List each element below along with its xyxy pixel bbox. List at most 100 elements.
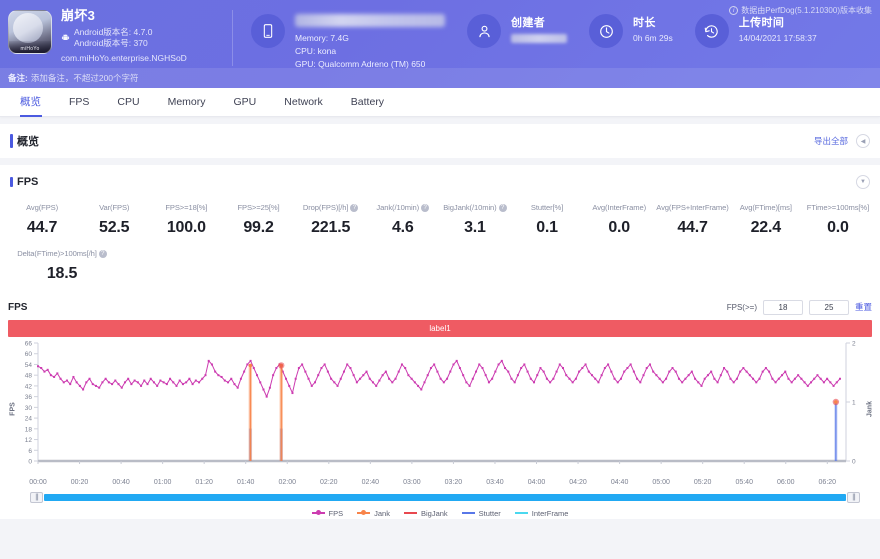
help-icon[interactable]: ? — [350, 204, 358, 212]
fps-point — [98, 387, 100, 389]
fps-point — [510, 378, 512, 380]
fps-threshold-low-input[interactable]: 18 — [763, 300, 803, 315]
legend-item[interactable]: FPS — [312, 509, 344, 518]
chart-range-handle-right[interactable]: ||| — [847, 492, 860, 503]
legend-item[interactable]: InterFrame — [515, 509, 569, 518]
help-icon[interactable]: ? — [499, 204, 507, 212]
fps-point — [391, 381, 393, 383]
fps-chart-svg[interactable]: 0612182430364248546066012 — [8, 339, 872, 474]
metric-value: 0.0 — [803, 219, 873, 237]
fps-panel: FPS ▼ Avg(FPS)44.7Var(FPS)52.5FPS>=18[%]… — [0, 165, 880, 519]
tab-fps[interactable]: FPS — [55, 88, 103, 117]
fps-point — [694, 378, 696, 380]
app-header: miHoYo 崩坏3 Android版本名: 4.7.0 Android版本号:… — [0, 0, 880, 88]
creator-value-redacted — [511, 34, 567, 43]
fps-threshold-high-input[interactable]: 25 — [809, 300, 849, 315]
fps-point — [781, 374, 783, 376]
remark-bar[interactable]: 备注: 添加备注，不超过200个字符 — [0, 68, 880, 88]
fps-point — [320, 367, 322, 369]
fps-point — [366, 371, 368, 373]
metric-label: Avg(InterFrame) — [584, 203, 654, 212]
fps-point — [678, 378, 680, 380]
fps-point — [208, 360, 210, 362]
fps-point — [401, 363, 403, 365]
app-identity-block: miHoYo 崩坏3 Android版本名: 4.7.0 Android版本号:… — [0, 0, 232, 63]
legend-item[interactable]: Stutter — [462, 509, 501, 518]
fps-point — [424, 381, 426, 383]
fps-point — [765, 367, 767, 369]
perfdog-version-text: 数据由PerfDog(5.1.210300)版本收集 — [741, 5, 872, 16]
svg-text:24: 24 — [25, 416, 33, 423]
fps-title: FPS — [10, 176, 38, 188]
chart-range-handle-left[interactable]: ||| — [30, 492, 43, 503]
remark-input[interactable]: 添加备注，不超过200个字符 — [31, 72, 139, 84]
chart-range-track[interactable] — [44, 494, 846, 501]
fps-point — [69, 383, 71, 385]
fps-point — [385, 371, 387, 373]
collapse-left-icon[interactable]: ◀ — [856, 134, 870, 148]
svg-text:42: 42 — [25, 383, 33, 390]
fps-point — [56, 372, 58, 374]
fps-point — [742, 367, 744, 369]
fps-metrics-row-1: Avg(FPS)44.7Var(FPS)52.5FPS>=18[%]100.0F… — [0, 199, 880, 243]
fps-point — [417, 385, 419, 387]
legend-item[interactable]: Jank — [357, 509, 390, 518]
export-all-link[interactable]: 导出全部 — [814, 135, 848, 147]
x-tick: 00:40 — [112, 479, 130, 486]
package-name: com.miHoYo.enterprise.NGHSoD — [61, 53, 187, 64]
fps-point — [739, 371, 741, 373]
fps-point — [578, 371, 580, 373]
metric-3: FPS>=25[%]99.2 — [222, 201, 294, 239]
fps-plot-area[interactable]: FPS Jank 0612182430364248546066012 — [8, 339, 872, 479]
tab-overview[interactable]: 概览 — [6, 88, 55, 117]
fps-point — [520, 367, 522, 369]
fps-point — [60, 378, 62, 380]
tab-gpu[interactable]: GPU — [220, 88, 271, 117]
fps-point — [217, 374, 219, 376]
help-icon[interactable]: ? — [99, 250, 107, 258]
fps-point — [607, 363, 609, 365]
reset-button[interactable]: 重置 — [855, 301, 872, 313]
legend-swatch — [357, 512, 370, 514]
tab-battery[interactable]: Battery — [337, 88, 398, 117]
tab-network[interactable]: Network — [270, 88, 337, 117]
fps-point — [182, 383, 184, 385]
fps-point — [291, 392, 293, 394]
metric-5: Jank(/10min)?4.6 — [367, 201, 439, 239]
fps-point — [188, 378, 190, 380]
fps-point — [317, 374, 319, 376]
legend-swatch — [462, 512, 475, 514]
metric-value: 0.0 — [584, 219, 654, 237]
fps-point — [340, 378, 342, 380]
tab-cpu[interactable]: CPU — [103, 88, 153, 117]
creator-block: 创建者 — [467, 0, 567, 48]
svg-text:30: 30 — [25, 405, 33, 412]
fps-point — [288, 385, 290, 387]
chart-legend: FPS Jank BigJank Stutter InterFrame — [8, 503, 872, 519]
fps-point — [369, 378, 371, 380]
user-icon — [467, 14, 501, 48]
fps-point — [787, 378, 789, 380]
fps-point — [572, 381, 574, 383]
fps-point — [681, 381, 683, 383]
fps-point — [775, 381, 777, 383]
legend-item[interactable]: BigJank — [404, 509, 448, 518]
fps-point — [591, 374, 593, 376]
fps-point — [108, 381, 110, 383]
fps-point — [346, 363, 348, 365]
metric-label: Avg(FPS) — [7, 203, 77, 212]
fps-point — [101, 381, 103, 383]
chart-range-scrollbar[interactable]: ||| ||| — [30, 492, 860, 503]
fps-point — [85, 381, 87, 383]
fps-point — [433, 363, 435, 365]
x-axis-ticks: 00:0000:2000:4001:0001:2001:4002:0002:20… — [38, 479, 846, 491]
fps-point — [752, 378, 754, 380]
chart-label-bar[interactable]: label1 — [8, 320, 872, 337]
fps-point — [185, 381, 187, 383]
metric-value: 3.1 — [440, 219, 510, 237]
x-tick: 04:40 — [611, 479, 629, 486]
app-title: 崩坏3 — [61, 8, 187, 24]
tab-memory[interactable]: Memory — [154, 88, 220, 117]
help-icon[interactable]: ? — [421, 204, 429, 212]
chevron-down-icon[interactable]: ▼ — [856, 175, 870, 189]
